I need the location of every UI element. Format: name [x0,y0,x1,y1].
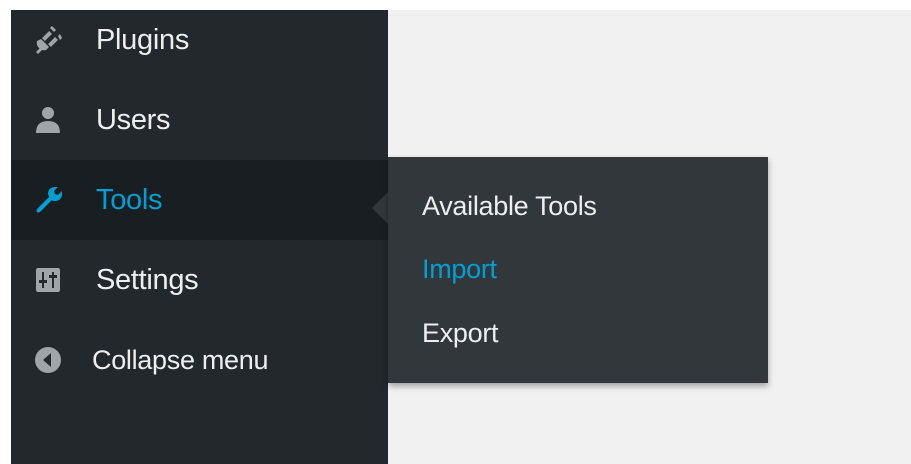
menu-item-label: Tools [96,183,163,216]
settings-icon [33,265,63,295]
menu-item-users[interactable]: Users [11,80,388,160]
menu-item-label: Settings [96,263,199,296]
tools-submenu-flyout: Available Tools Import Export [388,157,768,383]
flyout-pointer [372,192,388,224]
menu-item-tools[interactable]: Tools [11,160,388,240]
submenu-item-export[interactable]: Export [422,318,499,349]
menu-item-settings[interactable]: Settings [11,240,388,320]
menu-item-label: Plugins [96,23,190,56]
menu-item-label: Users [96,103,171,136]
collapse-menu-button[interactable]: Collapse menu [11,320,388,400]
submenu-item-available-tools[interactable]: Available Tools [422,191,597,222]
user-icon [33,105,63,135]
menu-item-plugins[interactable]: Plugins [11,0,388,80]
collapse-arrow-icon [33,345,63,375]
submenu-item-import[interactable]: Import [422,254,497,285]
collapse-menu-label: Collapse menu [92,344,269,375]
plugin-icon [33,25,63,55]
wrench-icon [33,185,63,215]
admin-sidebar-menu: Plugins Users Tools Settings Collapse me… [11,10,388,464]
